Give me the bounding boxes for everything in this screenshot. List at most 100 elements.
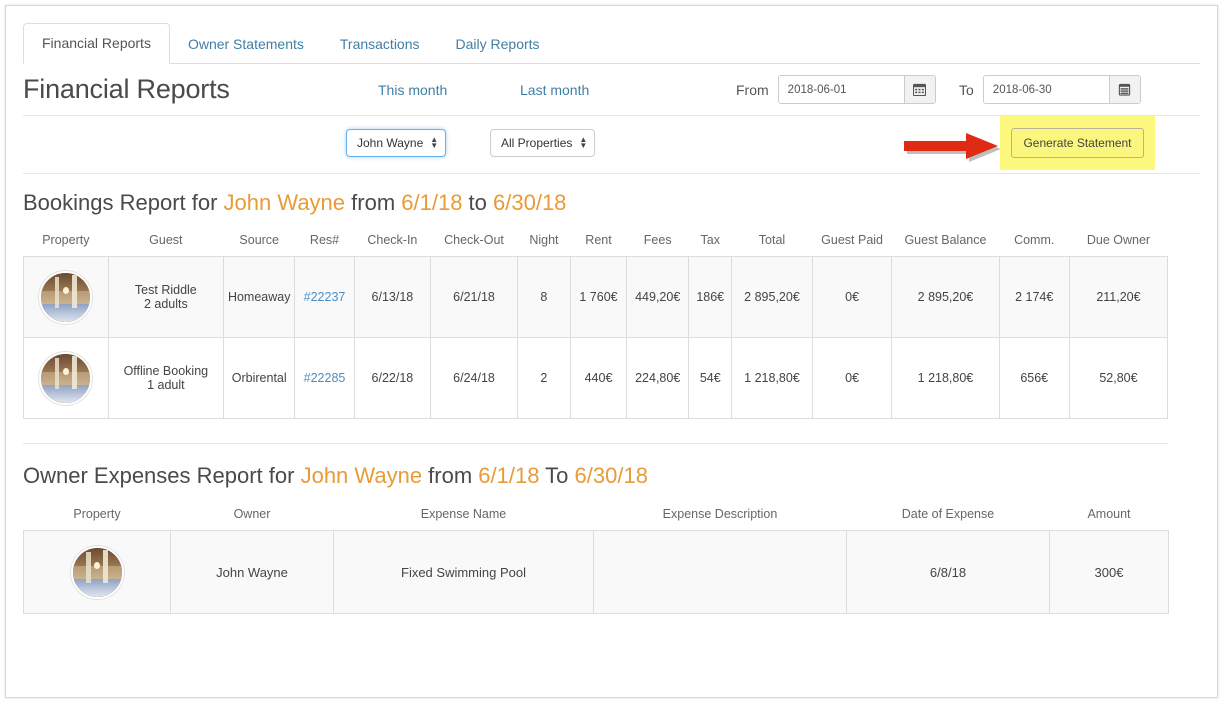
owner-select-value: John Wayne xyxy=(357,136,423,150)
cell-comm: 656€ xyxy=(999,338,1069,419)
cell-tax: 54€ xyxy=(689,338,732,419)
cell-property xyxy=(24,531,171,614)
bookings-heading-from: 6/1/18 xyxy=(401,190,462,215)
spinner-icon: ▲▼ xyxy=(430,137,438,149)
cell-total: 2 895,20€ xyxy=(732,257,813,338)
expenses-report-heading: Owner Expenses Report for John Wayne fro… xyxy=(23,463,1200,489)
expenses-heading-from: 6/1/18 xyxy=(478,463,539,488)
page-header: Financial Reports This month Last month … xyxy=(23,64,1200,116)
cell-tax: 186€ xyxy=(689,257,732,338)
cell-guest-balance: 2 895,20€ xyxy=(892,257,999,338)
expenses-heading-mid: from xyxy=(422,463,478,488)
cell-check-in: 6/22/18 xyxy=(354,338,431,419)
col-date-of-expense: Date of Expense xyxy=(847,501,1050,531)
guest-name: Offline Booking xyxy=(124,364,209,378)
property-photo xyxy=(39,352,92,405)
col-check-out: Check-Out xyxy=(431,227,518,257)
section-divider xyxy=(23,443,1168,444)
reservation-link[interactable]: #22285 xyxy=(304,371,346,385)
from-date-input[interactable] xyxy=(779,76,904,103)
from-date-group: From xyxy=(736,75,936,104)
cell-owner: John Wayne xyxy=(171,531,334,614)
col-check-in: Check-In xyxy=(354,227,431,257)
arrow-right-icon xyxy=(902,130,1014,164)
col-due-owner: Due Owner xyxy=(1069,227,1167,257)
cell-amount: 300€ xyxy=(1050,531,1169,614)
cell-check-out: 6/24/18 xyxy=(431,338,518,419)
property-photo xyxy=(71,546,124,599)
to-date-box[interactable] xyxy=(983,75,1141,104)
from-date-box[interactable] xyxy=(778,75,936,104)
tab-financial-reports[interactable]: Financial Reports xyxy=(23,23,170,64)
cell-guest: Test Riddle 2 adults xyxy=(108,257,223,338)
col-tax: Tax xyxy=(689,227,732,257)
last-month-link[interactable]: Last month xyxy=(520,82,589,98)
tab-bar: Financial Reports Owner Statements Trans… xyxy=(23,24,1200,64)
col-guest-paid: Guest Paid xyxy=(812,227,892,257)
expenses-heading-owner: John Wayne xyxy=(301,463,422,488)
this-month-link[interactable]: This month xyxy=(378,82,447,98)
expenses-heading-to: 6/30/18 xyxy=(575,463,648,488)
cell-total: 1 218,80€ xyxy=(732,338,813,419)
tab-daily-reports[interactable]: Daily Reports xyxy=(438,25,558,64)
tab-transactions[interactable]: Transactions xyxy=(322,25,438,64)
bookings-heading-prefix: Bookings Report for xyxy=(23,190,224,215)
table-row: Test Riddle 2 adults Homeaway #22237 6/1… xyxy=(24,257,1168,338)
from-calendar-button[interactable] xyxy=(904,76,935,103)
cell-date-of-expense: 6/8/18 xyxy=(847,531,1050,614)
cell-guest-balance: 1 218,80€ xyxy=(892,338,999,419)
col-amount: Amount xyxy=(1050,501,1169,531)
filter-bar: John Wayne ▲▼ All Properties ▲▼ Generate… xyxy=(23,116,1200,174)
to-date-group: To xyxy=(959,75,1141,104)
col-property: Property xyxy=(24,501,171,531)
col-total: Total xyxy=(732,227,813,257)
cell-guest-paid: 0€ xyxy=(812,257,892,338)
col-night: Night xyxy=(517,227,570,257)
col-guest: Guest xyxy=(108,227,223,257)
red-arrow-annotation xyxy=(902,130,1014,164)
property-select[interactable]: All Properties ▲▼ xyxy=(490,129,595,157)
cell-check-out: 6/21/18 xyxy=(431,257,518,338)
bookings-heading-to: 6/30/18 xyxy=(493,190,566,215)
cell-source: Orbirental xyxy=(224,338,295,419)
table-row: Offline Booking 1 adult Orbirental #2228… xyxy=(24,338,1168,419)
property-photo xyxy=(39,271,92,324)
col-expense-name: Expense Name xyxy=(334,501,594,531)
cell-night: 8 xyxy=(517,257,570,338)
property-select-value: All Properties xyxy=(501,136,572,150)
cell-property xyxy=(24,338,109,419)
cell-fees: 449,20€ xyxy=(627,257,689,338)
tab-owner-statements[interactable]: Owner Statements xyxy=(170,25,322,64)
col-fees: Fees xyxy=(627,227,689,257)
generate-statement-button[interactable]: Generate Statement xyxy=(1011,128,1143,158)
cell-expense-name: Fixed Swimming Pool xyxy=(334,531,594,614)
guest-name: Test Riddle xyxy=(135,283,197,297)
browser-page: Financial Reports Owner Statements Trans… xyxy=(5,5,1218,698)
calendar-icon xyxy=(913,83,926,96)
cell-comm: 2 174€ xyxy=(999,257,1069,338)
guest-occupancy: 2 adults xyxy=(111,297,221,311)
cell-guest-paid: 0€ xyxy=(812,338,892,419)
cell-guest: Offline Booking 1 adult xyxy=(108,338,223,419)
cell-res: #22285 xyxy=(295,338,354,419)
bookings-table-header: Property Guest Source Res# Check-In Chec… xyxy=(24,227,1168,257)
cell-check-in: 6/13/18 xyxy=(354,257,431,338)
col-owner: Owner xyxy=(171,501,334,531)
cell-rent: 440€ xyxy=(570,338,626,419)
cell-fees: 224,80€ xyxy=(627,338,689,419)
cell-expense-description xyxy=(594,531,847,614)
expenses-heading-prefix: Owner Expenses Report for xyxy=(23,463,301,488)
expenses-table-header: Property Owner Expense Name Expense Desc… xyxy=(24,501,1169,531)
cell-res: #22237 xyxy=(295,257,354,338)
cell-due-owner: 211,20€ xyxy=(1069,257,1167,338)
bookings-table: Property Guest Source Res# Check-In Chec… xyxy=(23,227,1168,419)
reservation-link[interactable]: #22237 xyxy=(304,290,346,304)
to-date-input[interactable] xyxy=(984,76,1109,103)
owner-select[interactable]: John Wayne ▲▼ xyxy=(346,129,446,157)
col-rent: Rent xyxy=(570,227,626,257)
col-guest-balance: Guest Balance xyxy=(892,227,999,257)
to-calendar-button[interactable] xyxy=(1109,76,1140,103)
to-label: To xyxy=(959,82,974,98)
col-source: Source xyxy=(224,227,295,257)
bookings-report-heading: Bookings Report for John Wayne from 6/1/… xyxy=(23,190,1200,216)
